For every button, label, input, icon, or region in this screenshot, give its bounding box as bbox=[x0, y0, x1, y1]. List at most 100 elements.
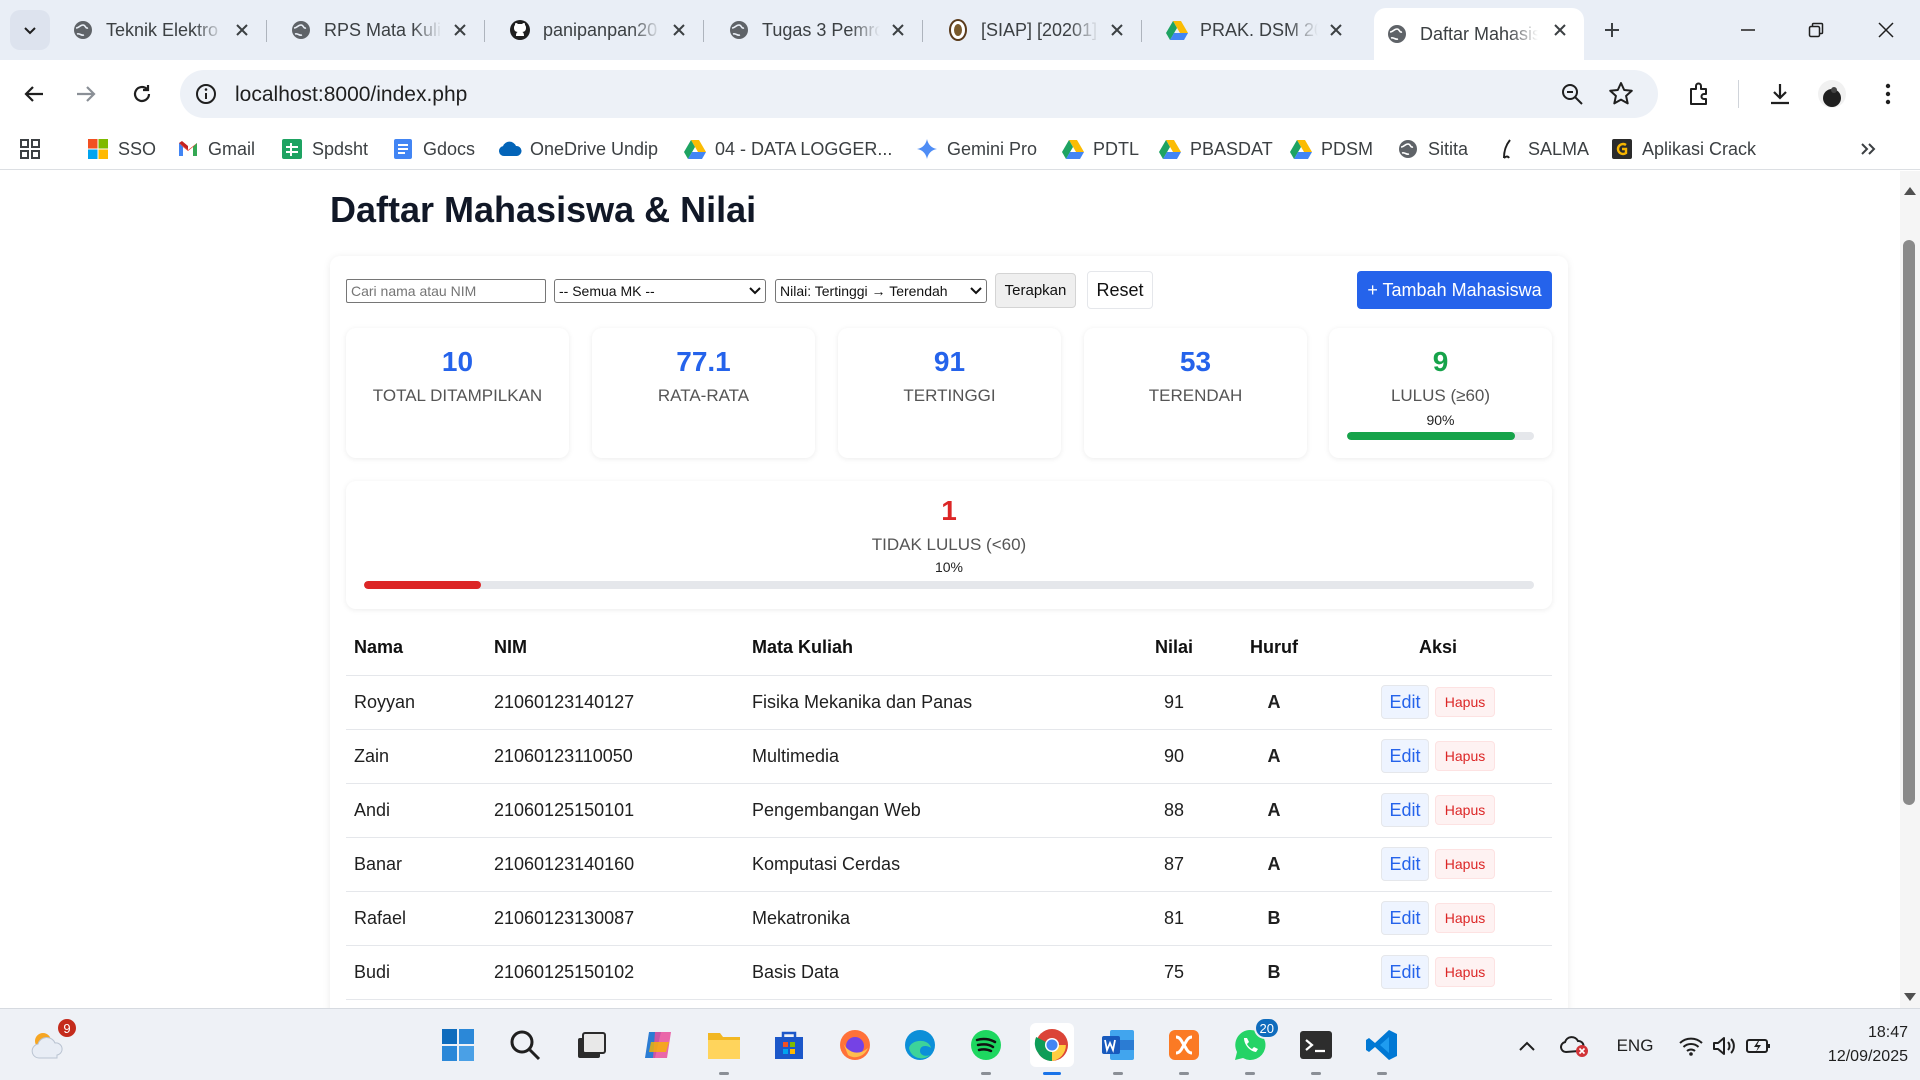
tab-siap[interactable]: [SIAP] [20201] bbox=[935, 8, 1142, 52]
close-icon[interactable] bbox=[888, 20, 908, 40]
edit-button[interactable]: Edit bbox=[1381, 955, 1429, 989]
scroll-down-arrow-icon[interactable] bbox=[1904, 993, 1916, 1001]
xampp-button[interactable] bbox=[1162, 1023, 1206, 1075]
drive-icon bbox=[1166, 19, 1188, 41]
bookmark-aplikasi-crack[interactable]: Aplikasi Crack bbox=[1610, 136, 1756, 162]
bookmark-sitita[interactable]: Sitita bbox=[1396, 136, 1468, 162]
search-input[interactable] bbox=[346, 279, 546, 303]
edit-button[interactable]: Edit bbox=[1381, 901, 1429, 935]
copilot-button[interactable] bbox=[636, 1023, 680, 1067]
edge-button[interactable] bbox=[898, 1023, 942, 1067]
wifi-button[interactable] bbox=[1676, 1033, 1706, 1059]
system-clock[interactable]: 18:47 12/09/2025 bbox=[1790, 1021, 1908, 1069]
wifi-icon bbox=[1679, 1037, 1703, 1056]
downloads-button[interactable] bbox=[1762, 76, 1798, 112]
address-bar[interactable]: localhost:8000/index.php bbox=[180, 70, 1658, 118]
delete-button[interactable]: Hapus bbox=[1435, 903, 1495, 933]
minimize-button[interactable] bbox=[1724, 10, 1772, 50]
close-icon[interactable] bbox=[669, 20, 689, 40]
whatsapp-button[interactable]: 20 bbox=[1228, 1017, 1280, 1075]
close-icon[interactable] bbox=[232, 20, 252, 40]
bookmark-salma[interactable]: SALMA bbox=[1496, 136, 1589, 162]
show-hidden-icons-button[interactable] bbox=[1514, 1033, 1540, 1059]
stat-highest: 91 TERTINGGI bbox=[838, 328, 1061, 458]
delete-button[interactable]: Hapus bbox=[1435, 795, 1495, 825]
battery-button[interactable] bbox=[1744, 1033, 1774, 1059]
edit-button[interactable]: Edit bbox=[1381, 793, 1429, 827]
back-button[interactable] bbox=[14, 74, 54, 114]
bookmark-pbasdat[interactable]: PBASDAT bbox=[1158, 136, 1273, 162]
word-button[interactable] bbox=[1096, 1023, 1140, 1075]
url-text[interactable]: localhost:8000/index.php bbox=[235, 83, 467, 107]
task-view-button[interactable] bbox=[569, 1023, 613, 1067]
tab-prak-dsm[interactable]: PRAK. DSM 20 bbox=[1154, 8, 1360, 52]
close-icon[interactable] bbox=[1550, 20, 1570, 40]
drive-icon bbox=[683, 137, 707, 161]
delete-button[interactable]: Hapus bbox=[1435, 687, 1495, 717]
language-indicator[interactable]: ENG bbox=[1612, 1033, 1658, 1059]
fail-progress-fill bbox=[364, 581, 481, 589]
tab-rps-mata-kuliah[interactable]: RPS Mata Kuliah bbox=[278, 8, 485, 52]
table-row: Zain 21060123110050 Multimedia 90 A Edit… bbox=[346, 729, 1552, 784]
delete-button[interactable]: Hapus bbox=[1435, 849, 1495, 879]
chrome-button[interactable] bbox=[1030, 1023, 1074, 1075]
apply-button[interactable]: Terapkan bbox=[995, 273, 1076, 308]
sort-select[interactable]: Nilai: Tertinggi → Terendah bbox=[775, 279, 987, 303]
forward-button[interactable] bbox=[66, 74, 106, 114]
apps-button[interactable] bbox=[18, 136, 50, 162]
info-icon[interactable] bbox=[194, 82, 218, 106]
zoom-icon[interactable] bbox=[1560, 82, 1584, 106]
file-explorer-button[interactable] bbox=[702, 1023, 746, 1075]
close-icon[interactable] bbox=[450, 20, 470, 40]
restore-button[interactable] bbox=[1792, 10, 1840, 50]
tab-github[interactable]: panipanpan20 bbox=[497, 8, 704, 52]
search-button[interactable] bbox=[503, 1023, 547, 1067]
edit-button[interactable]: Edit bbox=[1381, 685, 1429, 719]
terminal-button[interactable] bbox=[1294, 1023, 1338, 1075]
new-tab-button[interactable] bbox=[1596, 14, 1628, 46]
chevron-down-icon bbox=[24, 27, 36, 35]
bookmark-spdsht[interactable]: Spdsht bbox=[280, 136, 368, 162]
tab-daftar-mahasiswa[interactable]: Daftar Mahasiswa bbox=[1374, 8, 1584, 60]
bookmark-gemini[interactable]: Gemini Pro bbox=[915, 136, 1037, 162]
bookmark-gdocs[interactable]: Gdocs bbox=[391, 136, 475, 162]
bookmark-gmail[interactable]: Gmail bbox=[176, 136, 255, 162]
bookmark-onedrive[interactable]: OneDrive Undip bbox=[498, 136, 658, 162]
extensions-button[interactable] bbox=[1682, 76, 1718, 112]
bookmark-pdsm[interactable]: PDSM bbox=[1289, 136, 1373, 162]
tab-search-button[interactable] bbox=[10, 10, 50, 50]
close-window-button[interactable] bbox=[1862, 10, 1910, 50]
bookmarks-overflow-button[interactable] bbox=[1856, 136, 1888, 162]
spotify-button[interactable] bbox=[964, 1023, 1008, 1075]
start-button[interactable] bbox=[436, 1023, 480, 1067]
scroll-up-arrow-icon[interactable] bbox=[1904, 187, 1916, 195]
edit-button[interactable]: Edit bbox=[1381, 847, 1429, 881]
onedrive-tray-button[interactable] bbox=[1560, 1033, 1590, 1059]
delete-button[interactable]: Hapus bbox=[1435, 741, 1495, 771]
bookmark-sso[interactable]: SSO bbox=[86, 136, 156, 162]
firefox-button[interactable] bbox=[833, 1023, 877, 1067]
cell-course: Pengembangan Web bbox=[744, 783, 1124, 838]
edit-button[interactable]: Edit bbox=[1381, 739, 1429, 773]
volume-button[interactable] bbox=[1710, 1033, 1738, 1059]
course-select[interactable]: -- Semua MK -- bbox=[554, 279, 766, 303]
tab-teknik-elektro[interactable]: Teknik Elektro bbox=[60, 8, 267, 52]
scrollbar-thumb[interactable] bbox=[1903, 240, 1915, 805]
close-icon[interactable] bbox=[1326, 20, 1346, 40]
add-student-button[interactable]: + Tambah Mahasiswa bbox=[1357, 271, 1552, 309]
star-icon[interactable] bbox=[1608, 81, 1634, 107]
delete-button[interactable]: Hapus bbox=[1435, 957, 1495, 987]
bookmark-pdtl[interactable]: PDTL bbox=[1061, 136, 1139, 162]
vscode-button[interactable] bbox=[1360, 1023, 1404, 1075]
bookmark-data-logger[interactable]: 04 - DATA LOGGER... bbox=[683, 136, 892, 162]
reload-button[interactable] bbox=[122, 74, 162, 114]
menu-button[interactable] bbox=[1870, 76, 1906, 112]
reset-button[interactable]: Reset bbox=[1087, 271, 1153, 309]
chevron-down-icon bbox=[970, 285, 982, 297]
profile-button[interactable] bbox=[1814, 76, 1850, 112]
tab-title: RPS Mata Kuliah bbox=[324, 19, 442, 40]
weather-widget[interactable]: 9 bbox=[26, 1017, 78, 1067]
microsoft-store-button[interactable] bbox=[767, 1023, 811, 1067]
close-icon[interactable] bbox=[1107, 20, 1127, 40]
tab-tugas-3[interactable]: Tugas 3 Pemro bbox=[716, 8, 923, 52]
